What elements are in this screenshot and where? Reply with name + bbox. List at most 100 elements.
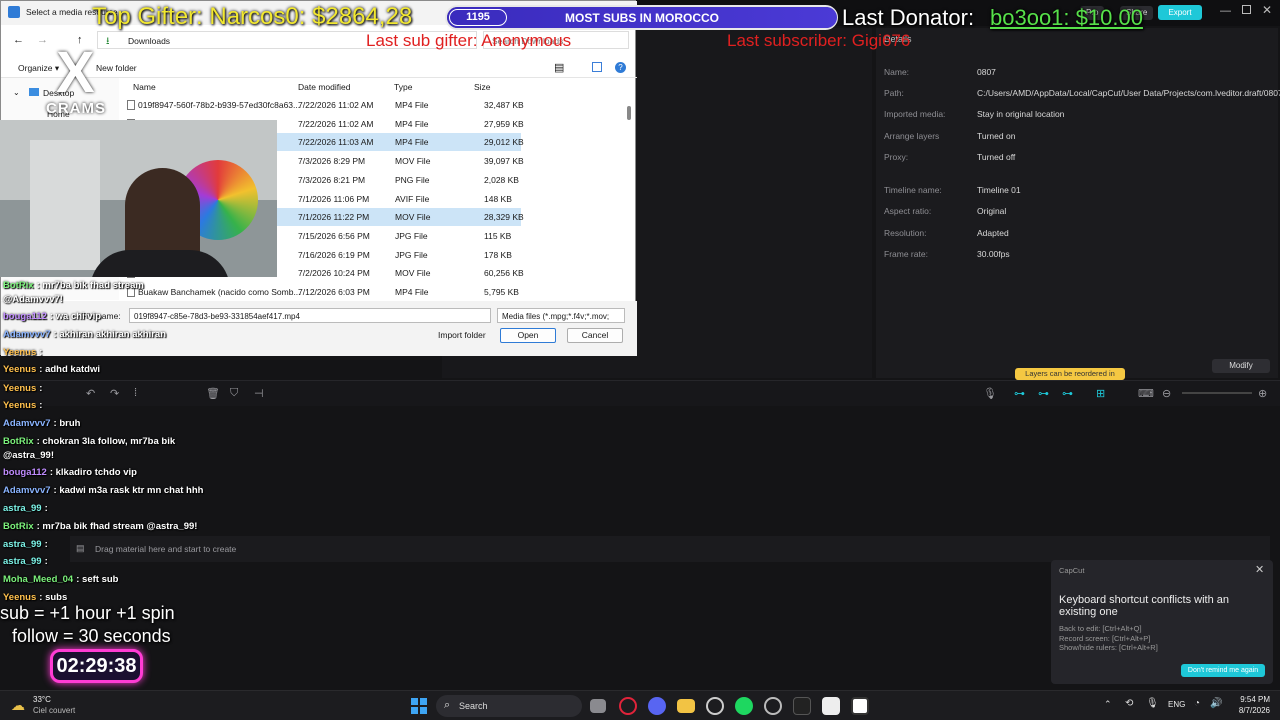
property-label: Path: — [884, 88, 904, 98]
tray-app-icon[interactable]: ⟲ — [1125, 698, 1133, 709]
language-indicator[interactable]: ENG — [1168, 700, 1185, 709]
chat-username: BotRix — [3, 521, 34, 532]
obs-icon[interactable] — [706, 697, 724, 715]
preview-axis-icon[interactable]: ⊞ — [1096, 387, 1105, 400]
file-type: MOV File — [395, 156, 431, 167]
cancel-button[interactable]: Cancel — [567, 328, 623, 343]
chat-username: Yeenus — [3, 347, 37, 358]
weather-icon[interactable]: ☁ — [11, 697, 25, 714]
opera-icon[interactable] — [619, 697, 637, 715]
file-type: MP4 File — [395, 137, 429, 148]
zoom-out-icon[interactable]: ⊖ — [1162, 387, 1171, 400]
maximize-icon[interactable] — [1242, 5, 1251, 14]
expand-icon[interactable]: ⌄ — [13, 88, 20, 97]
toast-title: Keyboard shortcut conflicts with an exis… — [1059, 594, 1229, 618]
export-label: Export — [1168, 8, 1192, 17]
col-date[interactable]: Date modified — [298, 82, 350, 92]
col-name[interactable]: Name — [133, 82, 156, 92]
snap-icon[interactable]: ⊶ — [1062, 387, 1073, 400]
search-icon: ⌕ — [444, 699, 451, 711]
file-size: 178 KB — [484, 249, 512, 260]
zoom-in-icon[interactable]: ⊕ — [1258, 387, 1267, 400]
chat-username: bouga112 — [3, 467, 47, 478]
toast-close-icon[interactable]: ✕ — [1255, 563, 1264, 576]
tray-chevron-icon[interactable]: ⌃ — [1104, 699, 1112, 710]
zoom-slider[interactable] — [1182, 392, 1252, 394]
chat-message: @Adamvvv7! — [3, 294, 63, 305]
terminal-icon[interactable] — [793, 697, 811, 715]
file-size: 27,959 KB — [484, 118, 524, 129]
start-icon[interactable] — [411, 698, 427, 714]
shield-icon[interactable]: ⛉ — [230, 387, 238, 400]
dont-remind-button[interactable]: Don't remind me again — [1181, 664, 1265, 677]
toast-line: Show/hide rulers: [Ctrl+Alt+R] — [1059, 643, 1158, 652]
split-icon[interactable]: ⁞ — [134, 387, 137, 399]
preview-pane-icon[interactable] — [592, 62, 602, 72]
last-donator-value: bo3oo1: $10.00 — [990, 5, 1143, 30]
file-size: 28,329 KB — [484, 212, 524, 223]
capcut-icon[interactable] — [822, 697, 840, 715]
sub-goal-count: 1195 — [449, 9, 507, 26]
search-label: Search — [459, 701, 488, 711]
layers-tip: Layers can be reordered in — [1015, 368, 1125, 380]
link-icon[interactable]: ⊶ — [1014, 387, 1025, 400]
door — [30, 140, 100, 270]
weather-temp: 33°C — [33, 695, 51, 704]
chat-text: : mr7ba bik fhad stream — [36, 280, 144, 291]
back-icon[interactable]: ← — [13, 34, 24, 46]
file-name: 019f8947-560f-78b2-b939-57ed30fc8a63... — [138, 100, 301, 110]
file-explorer-icon[interactable] — [677, 699, 695, 713]
chat-username: Yeenus — [3, 400, 37, 411]
last-sub-gifter: Last sub gifter: Anonymous — [366, 31, 572, 50]
file-size: 2,028 KB — [484, 174, 519, 185]
view-icon[interactable]: ▤ — [554, 61, 564, 74]
export-button[interactable]: Export — [1158, 5, 1202, 20]
sub-goal-text: MOST SUBS IN MOROCCO — [565, 11, 720, 25]
chat-text: : kadwi m3a rask ktr mn chat hhh — [53, 485, 204, 496]
chat-username: BotRix — [3, 436, 34, 447]
help-icon[interactable]: ? — [615, 62, 626, 73]
file-row[interactable]: Buakaw Banchamek (nacido como Somb... 7/1… — [121, 283, 521, 301]
wifi-icon[interactable]: ◔ — [1194, 698, 1200, 709]
scrollbar[interactable] — [627, 106, 631, 120]
task-view-icon[interactable] — [590, 699, 606, 713]
filename-input[interactable]: 019f8947-c85e-78d3-be93-331854aef417.mp4 — [129, 308, 491, 323]
file-row[interactable]: 019f8947-560f-78b2-b939-57ed30fc8a63... 7… — [121, 96, 524, 114]
open-button[interactable]: Open — [500, 328, 556, 343]
volume-icon[interactable]: 🔊 — [1210, 698, 1222, 709]
import-folder-button[interactable]: Import folder — [438, 330, 486, 340]
app-icon-8[interactable] — [764, 697, 782, 715]
microphone-icon[interactable]: 🎙 — [983, 387, 997, 400]
minimize-icon[interactable]: — — [1220, 5, 1231, 17]
filetype-select[interactable]: Media files (*.mpg;*.f4v;*.mov; — [497, 308, 625, 323]
forward-icon[interactable]: → — [37, 34, 48, 46]
magnet-icon[interactable]: ⊶ — [1038, 387, 1049, 400]
undo-icon[interactable]: ↶ — [86, 387, 95, 400]
clock-time[interactable]: 9:54 PM — [1230, 695, 1270, 704]
col-size[interactable]: Size — [474, 82, 491, 92]
delete-icon[interactable]: 🗑 — [206, 387, 220, 400]
property-label: Arrange layers — [884, 131, 940, 141]
dont-remind-label: Don't remind me again — [1187, 667, 1259, 674]
close-icon[interactable]: ✕ — [1262, 3, 1272, 17]
col-type[interactable]: Type — [394, 82, 412, 92]
taskbar-search[interactable]: ⌕ Search — [436, 695, 582, 717]
mic-tray-icon[interactable]: 🎙 — [1146, 698, 1159, 709]
capcut-active-icon[interactable] — [851, 697, 869, 715]
spotify-icon[interactable] — [735, 697, 753, 715]
redo-icon[interactable]: ↷ — [110, 387, 119, 400]
clock-date[interactable]: 8/7/2026 — [1230, 706, 1270, 715]
discord-icon[interactable] — [648, 697, 666, 715]
details-panel: Details — [876, 28, 1278, 378]
rules-sub: sub = +1 hour +1 spin — [0, 603, 175, 623]
webcam — [0, 120, 277, 277]
rules-follow: follow = 30 seconds — [12, 626, 171, 646]
chat-text: : — [44, 539, 48, 550]
caption-icon[interactable]: ⌨ — [1138, 387, 1154, 400]
chat-message: BotRix: mr7ba bik fhad stream @astra_99! — [3, 521, 197, 532]
subathon-timer: 02:29:38 — [50, 649, 143, 683]
main-track[interactable] — [70, 536, 1270, 562]
crop-icon[interactable]: ⊣ — [254, 387, 264, 400]
modify-button[interactable]: Modify — [1212, 359, 1270, 373]
file-date: 7/1/2026 11:22 PM — [298, 212, 370, 223]
